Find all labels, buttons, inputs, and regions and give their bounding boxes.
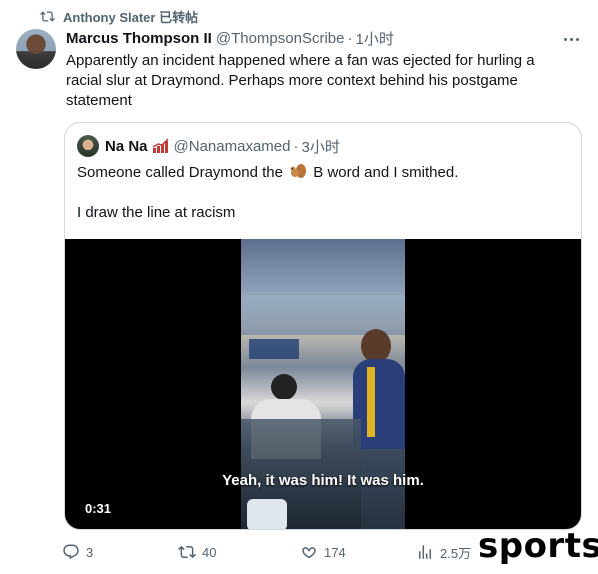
more-horizontal-icon[interactable] (562, 32, 580, 46)
quoted-author-handle[interactable]: @Nanamaxamed (174, 138, 291, 155)
views-icon (419, 545, 431, 559)
quoted-text-part1: Someone called Draymond the (77, 164, 283, 181)
separator: · (293, 137, 299, 155)
quoted-text-line2: I draw the line at racism (77, 204, 236, 221)
reply-count: 3 (86, 544, 94, 560)
tweet-header: Marcus Thompson II @ThompsonScribe · 1小时 (66, 28, 582, 49)
retweet-indicator[interactable]: Anthony Slater 已转帖 (40, 8, 199, 25)
author-handle[interactable]: @ThompsonScribe (216, 30, 345, 47)
watermark-logo: sports (478, 526, 598, 566)
video-player[interactable]: Yeah, it was him! It was him. 0:31 (65, 239, 581, 529)
chart-emoji-icon (152, 138, 170, 154)
retweet-label: Anthony Slater 已转帖 (63, 9, 199, 25)
quoted-tweet-text: Someone called Draymond the B word and I… (77, 163, 567, 243)
quoted-author-avatar[interactable] (77, 135, 99, 157)
heart-icon (302, 547, 316, 559)
quoted-author-name[interactable]: Na Na (105, 138, 148, 155)
reply-button[interactable]: 3 (62, 543, 93, 561)
video-duration: 0:31 (85, 501, 112, 516)
quoted-tweet[interactable]: Na Na @Nanamaxamed · 3小时 Someone called … (64, 122, 582, 530)
separator: · (347, 29, 353, 47)
quoted-tweet-time[interactable]: 3小时 (301, 136, 339, 157)
tweet-time[interactable]: 1小时 (355, 28, 393, 49)
author-avatar[interactable] (16, 29, 56, 69)
reply-icon (63, 544, 79, 560)
retweet-icon (178, 545, 196, 559)
retweet-count: 40 (202, 544, 217, 560)
quoted-tweet-header: Na Na @Nanamaxamed · 3小时 (77, 135, 340, 157)
quoted-text-part2: B word and I smithed. (313, 164, 459, 181)
views-count: 2.5万 (440, 545, 472, 561)
retweet-button[interactable]: 40 (178, 543, 216, 561)
video-caption: Yeah, it was him! It was him. (222, 472, 424, 489)
views-button[interactable]: 2.5万 (416, 543, 471, 561)
squirrel-emoji-icon (289, 163, 307, 179)
author-name[interactable]: Marcus Thompson II (66, 30, 212, 47)
like-button[interactable]: 174 (300, 543, 346, 561)
tweet-text: Apparently an incident happened where a … (66, 52, 535, 109)
like-count: 174 (324, 544, 346, 560)
retweet-icon (40, 10, 55, 22)
